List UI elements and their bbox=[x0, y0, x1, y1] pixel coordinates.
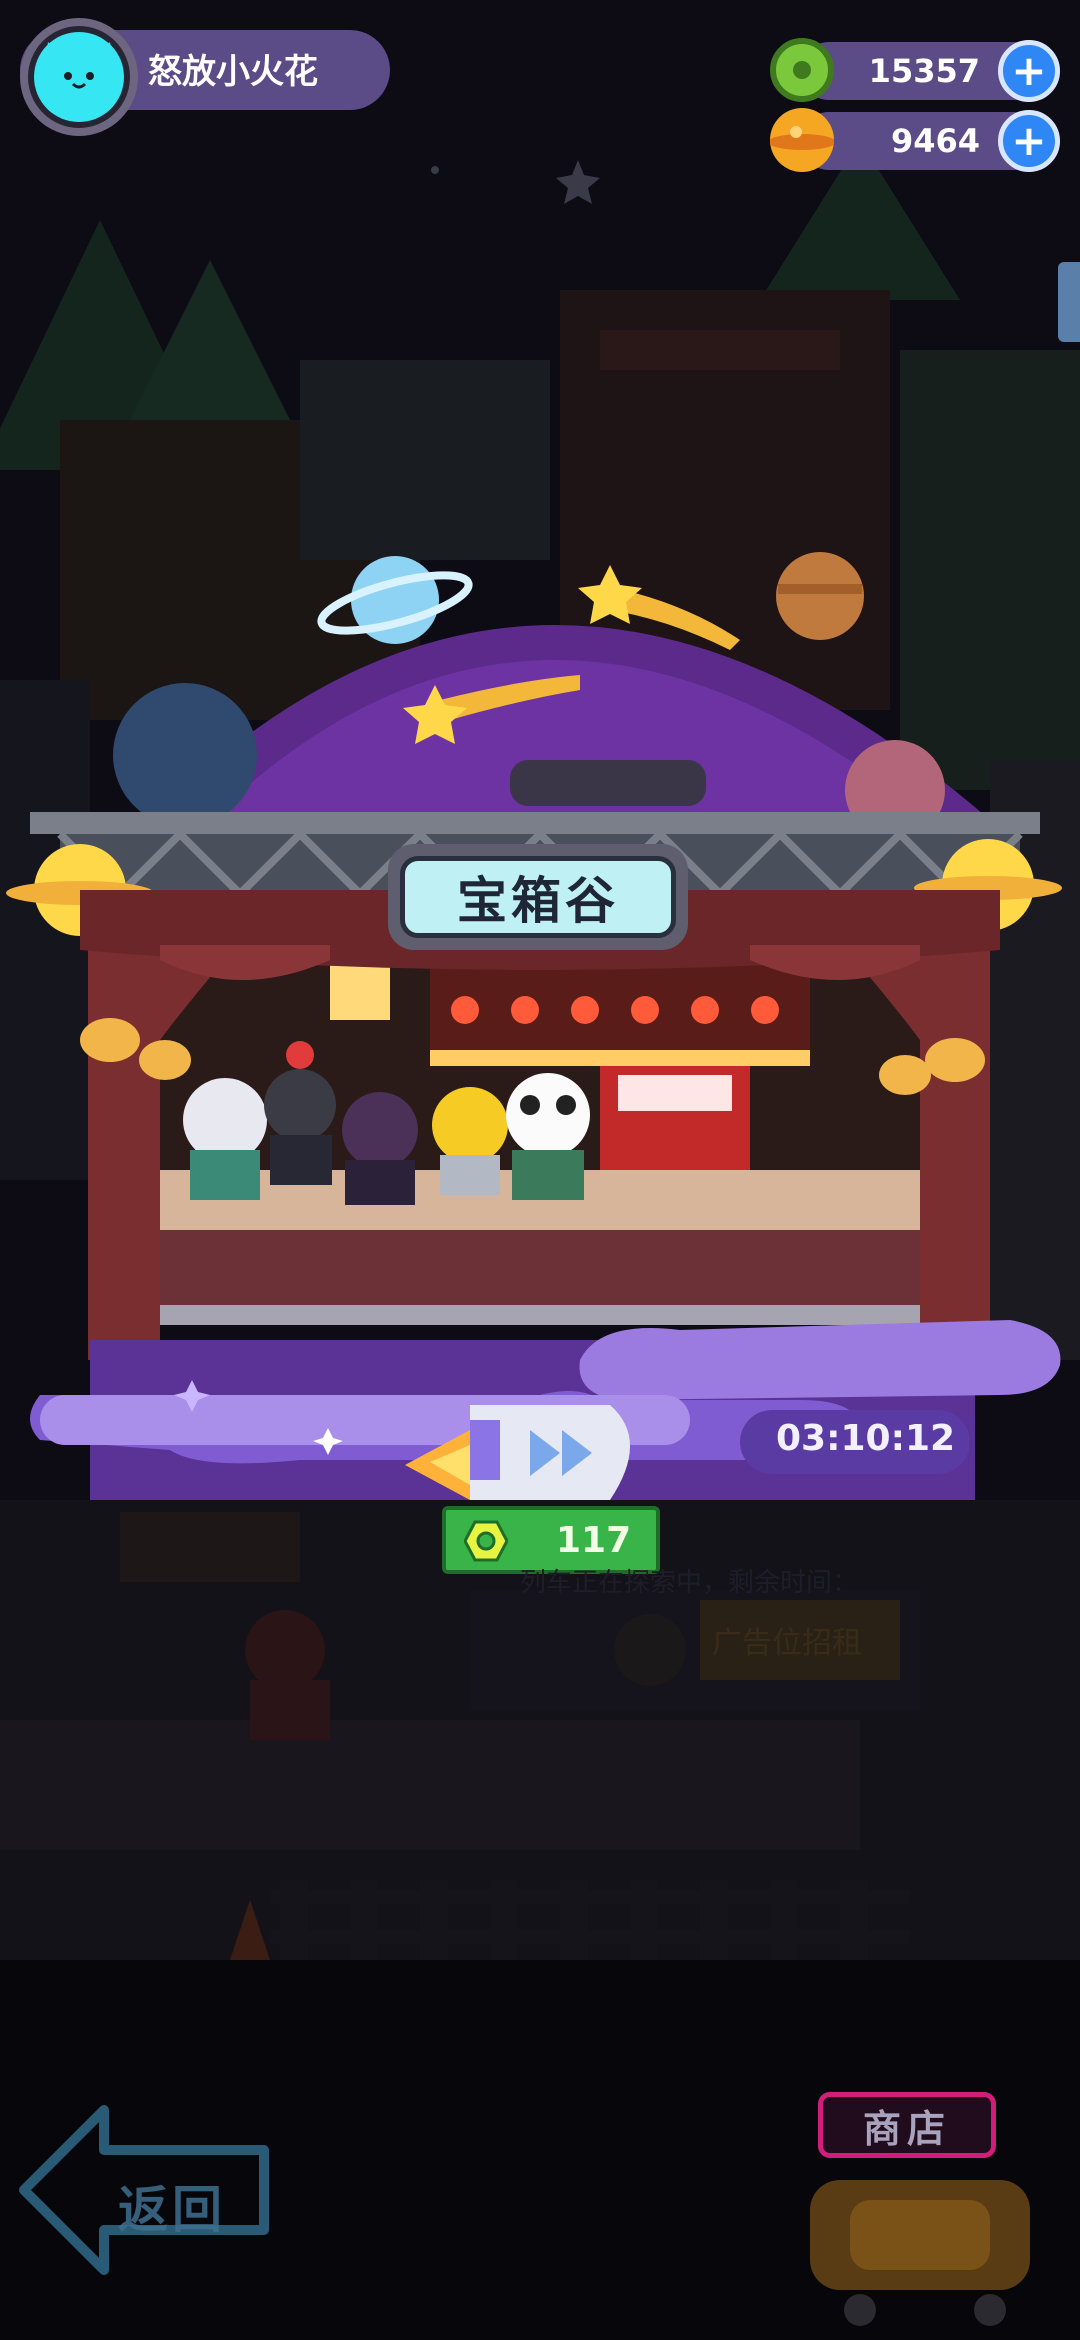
nut-icon bbox=[464, 1520, 508, 1562]
add-gems-button[interactable]: + bbox=[998, 40, 1060, 102]
back-button-label[interactable]: 返回 bbox=[118, 2170, 226, 2242]
background-shop-text: 广告位招租 bbox=[712, 1626, 862, 1661]
add-coins-button[interactable]: + bbox=[998, 110, 1060, 172]
shop-button[interactable]: 商店 bbox=[818, 2092, 996, 2158]
cat-face-icon bbox=[34, 32, 124, 122]
currency-gem-bar: 15357 + bbox=[800, 40, 1060, 102]
donut-gem-icon bbox=[770, 38, 834, 102]
speed-up-cost: 117 bbox=[556, 1520, 632, 1561]
coin-count: 9464 bbox=[890, 122, 980, 160]
background-sign-text: 列车正在探索中，剩余时间： bbox=[520, 1568, 859, 1598]
stage-title-sign: 宝箱谷 bbox=[388, 844, 688, 950]
shop-cart-icon[interactable] bbox=[790, 2160, 1050, 2330]
shop-button-label: 商店 bbox=[862, 2106, 951, 2151]
planet-coin-icon bbox=[768, 108, 836, 172]
stage-title: 宝箱谷 bbox=[400, 856, 676, 938]
stage-structure bbox=[6, 552, 1062, 1500]
player-avatar[interactable] bbox=[20, 18, 138, 136]
currency-coin-bar: 9464 + bbox=[800, 110, 1060, 172]
player-name: 怒放小火花 bbox=[148, 52, 318, 92]
gem-count: 15357 bbox=[868, 52, 980, 90]
exploration-timer: 03:10:12 bbox=[776, 1418, 956, 1459]
